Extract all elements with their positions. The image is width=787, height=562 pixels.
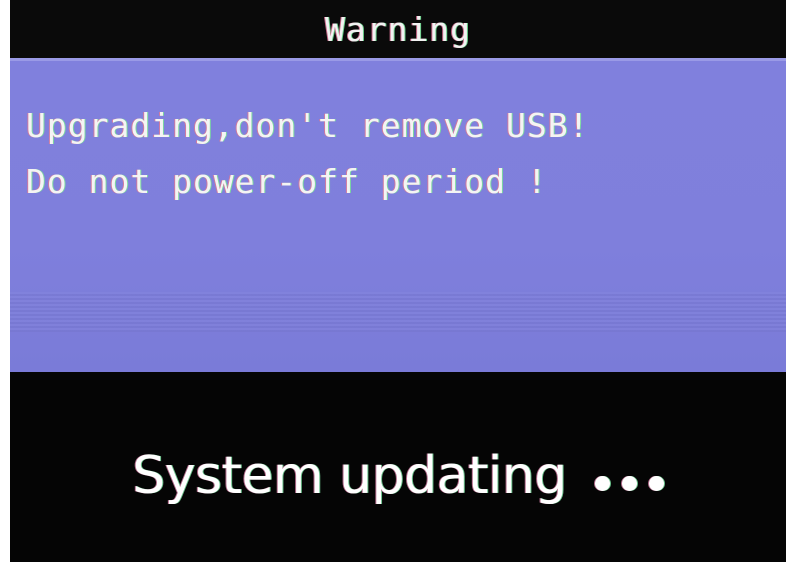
ellipsis-icon xyxy=(594,476,664,491)
dialog-title: Warning xyxy=(324,9,472,49)
warning-dialog-body: Upgrading,don't remove USB! Do not power… xyxy=(10,58,786,372)
warning-message-line-2: Do not power-off period ! xyxy=(26,162,548,201)
ellipsis-dot xyxy=(621,476,637,491)
warning-message-line-1: Upgrading,don't remove USB! xyxy=(26,106,590,145)
warning-title-bar: Warning xyxy=(10,0,786,58)
ellipsis-dot xyxy=(594,476,610,491)
ellipsis-dot xyxy=(648,476,664,491)
status-text: System updating xyxy=(132,446,567,506)
status-area: System updating xyxy=(10,372,786,562)
status-row: System updating xyxy=(10,446,786,506)
tv-screen: Warning Upgrading,don't remove USB! Do n… xyxy=(10,0,786,562)
